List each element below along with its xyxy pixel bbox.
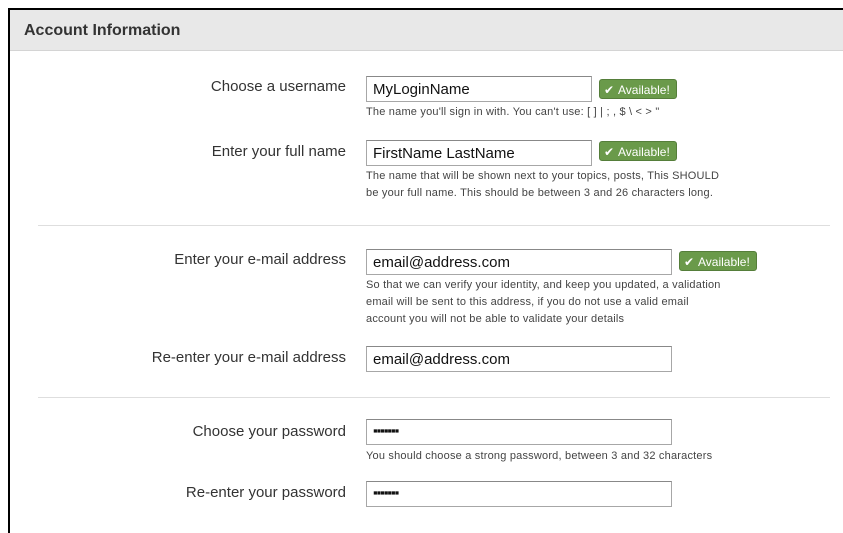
password-label: Choose your password — [192, 423, 346, 440]
email-hint-line2: email will be sent to this address, if y… — [366, 296, 689, 308]
fullname-label: Enter your full name — [211, 143, 346, 160]
check-icon: ✔ — [684, 255, 695, 269]
account-form-frame: Account Information Choose a username My… — [8, 8, 843, 533]
fullname-hint-line2: be your full name. This should be betwee… — [366, 187, 714, 199]
fullname-input[interactable]: FirstName LastName — [366, 140, 592, 166]
username-input[interactable]: MyLoginName — [366, 76, 592, 102]
section-divider — [38, 397, 830, 398]
email-label: Enter your e-mail address — [174, 251, 346, 268]
username-label: Choose a username — [210, 78, 346, 95]
email-input[interactable]: email@address.com — [366, 249, 672, 275]
email-available-badge: ✔ Available! — [679, 251, 757, 271]
username-available-badge: ✔ Available! — [599, 79, 677, 99]
fullname-hint-line1: The name that will be shown next to your… — [366, 170, 720, 182]
section-title: Account Information — [24, 22, 181, 39]
badge-label: Available! — [618, 145, 670, 159]
section-header: Account Information — [10, 10, 843, 51]
email-hint-line1: So that we can verify your identity, and… — [366, 279, 721, 291]
check-icon: ✔ — [604, 83, 615, 97]
check-icon: ✔ — [604, 145, 615, 159]
password-confirm-input[interactable]: ▪▪▪▪▪▪▪ — [366, 481, 672, 507]
password-confirm-label: Re-enter your password — [185, 484, 346, 501]
email-confirm-input[interactable]: email@address.com — [366, 346, 672, 372]
badge-label: Available! — [618, 83, 670, 97]
email-confirm-label: Re-enter your e-mail address — [151, 349, 346, 366]
section-divider — [38, 225, 830, 226]
badge-label: Available! — [698, 255, 750, 269]
fullname-available-badge: ✔ Available! — [599, 141, 677, 161]
username-hint: The name you'll sign in with. You can't … — [366, 106, 660, 118]
password-hint: You should choose a strong password, bet… — [366, 450, 713, 462]
password-input[interactable]: ▪▪▪▪▪▪▪ — [366, 419, 672, 445]
email-hint-line3: account you will not be able to validate… — [366, 313, 625, 325]
